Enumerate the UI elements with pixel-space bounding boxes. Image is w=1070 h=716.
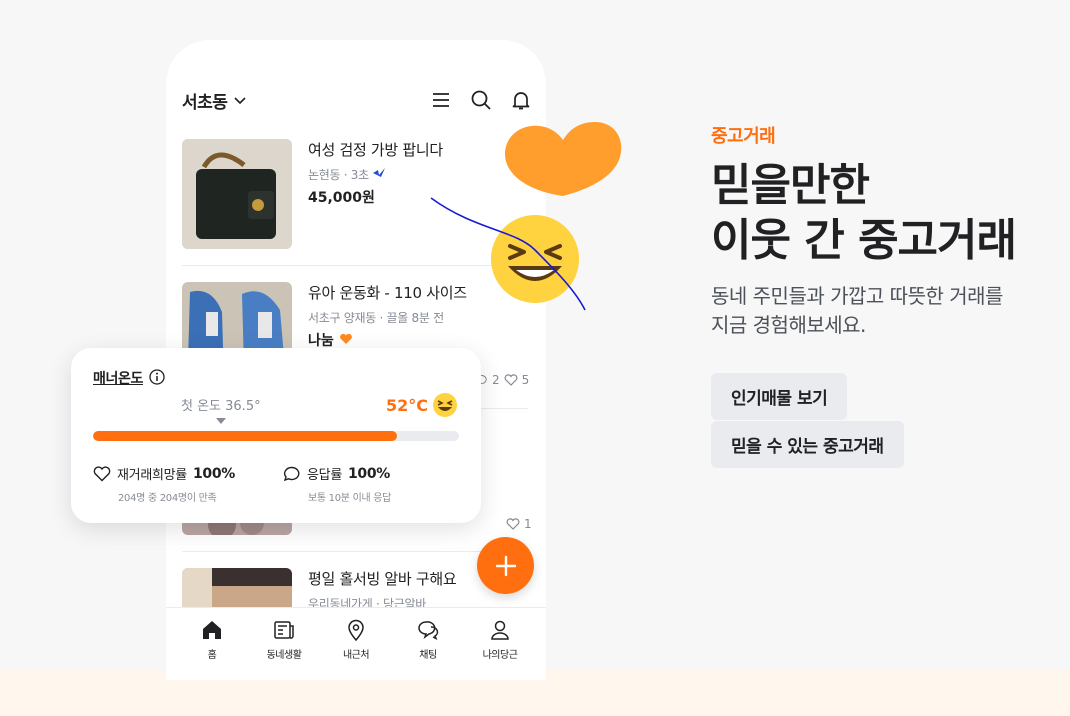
- rehire-sub: 204명 중 204명이 만족: [118, 493, 217, 504]
- item-info: 여성 검정 가방 팝니다 논현동 · 3초 45,000원: [308, 139, 443, 207]
- bell-icon[interactable]: [510, 89, 532, 111]
- header-icons: [430, 89, 532, 111]
- hero-headline: 믿을만한 이웃 간 중고거래: [711, 158, 1017, 268]
- item-meta-text: 논현동 · 3초: [308, 168, 369, 182]
- map-pin-icon: [348, 619, 364, 642]
- bird-icon: [373, 168, 386, 177]
- divider: [182, 551, 528, 552]
- response-sub: 보통 10분 이내 응답: [308, 493, 392, 504]
- item-meta: 논현동 · 3초: [308, 166, 443, 183]
- chat-icon: [418, 621, 439, 641]
- manner-temperature-card: 매너온도 첫 온도 36.5° 52°C 재거래희망률 100% 204명 중 …: [71, 348, 481, 523]
- popular-items-button[interactable]: 인기매물 보기: [711, 373, 848, 420]
- response-value: 100%: [347, 465, 391, 482]
- hero-description: 동네 주민들과 가깝고 따뜻한 거래를 지금 경험해보세요.: [711, 282, 1003, 340]
- tab-nearby[interactable]: 내근처: [326, 608, 386, 680]
- desc-line-1: 동네 주민들과 가깝고 따뜻한 거래를: [711, 284, 1003, 308]
- section-eyebrow: 중고거래: [711, 126, 776, 147]
- laughing-face-icon: [433, 393, 457, 417]
- item-stats: 1: [506, 517, 532, 531]
- tab-community[interactable]: 동네생활: [254, 608, 314, 680]
- first-temp-marker: [216, 418, 226, 424]
- tab-home[interactable]: 홈: [182, 608, 242, 680]
- like-count: 1: [524, 517, 532, 531]
- home-icon: [203, 621, 221, 639]
- item-price: 나눔: [308, 330, 467, 350]
- trusted-trade-button[interactable]: 믿을 수 있는 중고거래: [711, 421, 904, 468]
- headline-line-2: 이웃 간 중고거래: [711, 215, 1017, 266]
- heart-icon: [506, 518, 520, 530]
- response-rate: 응답률 100%: [283, 464, 390, 483]
- tab-label: 홈: [207, 650, 217, 661]
- heart-icon: [504, 374, 518, 386]
- item-title: 여성 검정 가방 팝니다: [308, 141, 443, 159]
- heart-emoji-icon: [339, 333, 352, 344]
- response-label: 응답률: [307, 468, 342, 483]
- add-post-button[interactable]: [477, 537, 534, 594]
- newspaper-icon: [274, 621, 294, 639]
- item-price-text: 나눔: [308, 333, 334, 349]
- heart-icon: [93, 465, 111, 481]
- phone-header: 서초동: [182, 88, 532, 113]
- plus-icon: [495, 555, 516, 576]
- desc-line-2: 지금 경험해보세요.: [711, 313, 866, 337]
- item-thumbnail: [182, 139, 292, 249]
- chevron-down-icon[interactable]: [233, 93, 247, 107]
- rehire-label: 재거래희망률: [117, 468, 187, 483]
- tab-label: 동네생활: [266, 650, 302, 661]
- speech-bubble-icon: [283, 466, 300, 481]
- heart-decoration-icon: [505, 122, 622, 196]
- tab-bar: 홈 동네생활 내근처 채팅 나의당근: [166, 607, 546, 680]
- first-temperature: 첫 온도 36.5°: [181, 399, 261, 414]
- item-info: 평일 홀서빙 알바 구해요 우리동네가게 · 당근알바: [308, 568, 457, 612]
- headline-line-1: 믿을만한: [711, 160, 870, 211]
- temperature-bar: [93, 431, 459, 441]
- tab-chat[interactable]: 채팅: [398, 608, 458, 680]
- item-price: 45,000원: [308, 190, 375, 206]
- search-icon[interactable]: [470, 89, 492, 111]
- manner-title: 매너온도: [93, 371, 143, 387]
- tab-label: 내근처: [342, 650, 370, 661]
- info-icon[interactable]: [149, 369, 165, 385]
- user-icon: [491, 620, 509, 640]
- tab-label: 나의당근: [482, 650, 518, 661]
- scribble-line: [430, 197, 586, 311]
- item-title: 평일 홀서빙 알바 구해요: [308, 570, 457, 588]
- tab-my-profile[interactable]: 나의당근: [470, 608, 530, 680]
- like-count: 5: [521, 373, 530, 387]
- item-stats: 2 5: [476, 373, 529, 387]
- rehire-value: 100%: [192, 465, 236, 482]
- temperature-bar-fill: [93, 431, 397, 441]
- menu-icon[interactable]: [430, 89, 452, 111]
- tab-label: 채팅: [419, 650, 437, 661]
- temperature-value: 52°C: [386, 396, 429, 415]
- location-label[interactable]: 서초동: [182, 88, 228, 113]
- rehire-rate: 재거래희망률 100%: [93, 464, 235, 483]
- comment-count: 2: [492, 373, 500, 387]
